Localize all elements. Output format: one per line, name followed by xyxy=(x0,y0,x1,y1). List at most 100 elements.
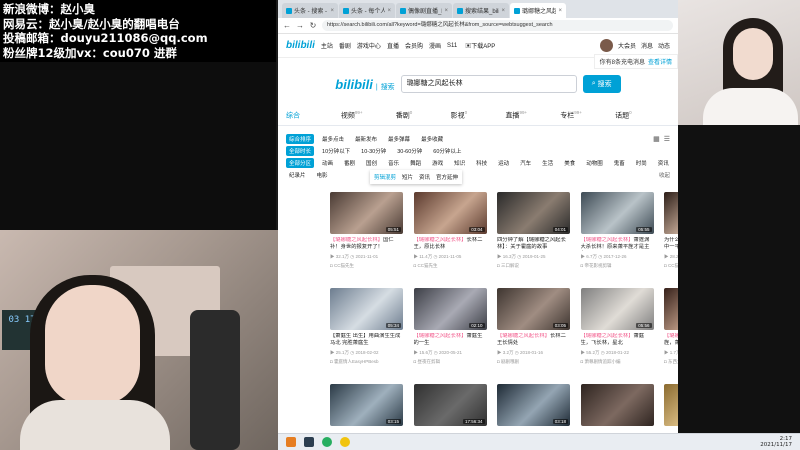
close-icon[interactable]: × xyxy=(387,8,391,14)
browser-tab[interactable]: 搜索结果_bilibili× xyxy=(453,3,509,18)
video-card[interactable]: 04:44 【璐娜糖之风起长林】萧平旌，萧元时等人故事 ▶ 1.7万 ◷ 2018-… xyxy=(664,288,678,372)
uploader[interactable]: ◘ CC猫先生 xyxy=(414,263,487,269)
video-title[interactable]: 为什么【璐娜糖之风起长林】中一平都是为萧牌 xyxy=(664,237,678,251)
close-icon[interactable]: × xyxy=(330,8,334,14)
zone-filter-chip[interactable]: 汽车 xyxy=(517,158,534,168)
sort-filter-chip[interactable]: 最多收藏 xyxy=(418,134,446,144)
zone-filter-chip[interactable]: 全部分区 xyxy=(286,158,315,168)
vip-link[interactable]: 大会员 xyxy=(618,41,636,50)
dynamic-link[interactable]: 动态 xyxy=(658,41,670,50)
duration-filter-chip[interactable]: 30-60分钟 xyxy=(394,146,425,156)
zone-filter-chip[interactable]: 舞蹈 xyxy=(407,158,424,168)
zone-filter-chip[interactable]: 运动 xyxy=(495,158,512,168)
uploader[interactable]: ◘ 三口解说 xyxy=(497,263,570,269)
video-card[interactable]: 05:55 【璐娜糖之风起长林】萧霆渊大杀长林！原来萧平旌才是主角 ▶ 6.7万 ◷… xyxy=(580,192,654,276)
uploader[interactable]: ◘ 萧尊剧情追踪小编 xyxy=(581,359,654,365)
video-card[interactable]: 01:27 为什么【璐娜糖之风起长林】中一平都是为萧牌 ▶ 28.2万 ◷ 2018… xyxy=(664,192,678,276)
video-thumbnail[interactable]: 03:05 xyxy=(497,288,570,330)
video-card[interactable]: 01:42 xyxy=(664,384,678,433)
category-tab[interactable]: 专栏99+ xyxy=(560,110,615,120)
subzone-option[interactable]: 短片 xyxy=(402,173,413,181)
avatar[interactable] xyxy=(599,39,613,52)
uploader[interactable]: ◘ 昼夜在剪辑 xyxy=(414,359,487,365)
video-thumbnail[interactable]: 03:15 xyxy=(330,384,403,426)
nav-item-live[interactable]: 直播 xyxy=(387,41,399,50)
close-icon[interactable]: × xyxy=(558,8,562,14)
category-tab[interactable]: 影视0 xyxy=(451,110,506,120)
nav-item-s11[interactable]: S11 xyxy=(447,43,457,49)
taskbar-app-icon[interactable] xyxy=(304,437,314,447)
sort-filter-chip[interactable]: 最多点击 xyxy=(319,134,347,144)
nav-item-manga[interactable]: 漫画 xyxy=(429,41,441,50)
grid-view-icon[interactable]: ▦ xyxy=(653,135,660,143)
duration-filter-chip[interactable]: 60分钟以上 xyxy=(430,146,464,156)
subzone-option[interactable]: 资讯 xyxy=(419,173,430,181)
zone-filter-chip[interactable]: 资讯 xyxy=(655,158,672,168)
video-thumbnail[interactable]: 05:34 xyxy=(330,288,403,330)
zone-filter-chip[interactable]: 生活 xyxy=(539,158,556,168)
video-thumbnail[interactable]: 03:18 xyxy=(497,384,570,426)
video-card[interactable] xyxy=(580,384,654,433)
duration-filter-chip[interactable]: 全部时长 xyxy=(286,146,315,156)
url-input[interactable]: https://search.bilibili.com/all?keyword=… xyxy=(322,20,673,31)
category-tab[interactable]: 话题0 xyxy=(615,110,670,120)
video-card[interactable]: 05:51 【璐娜糖之风起长林】国仁补！身世的报复开了！ ▶ 32.1万 ◷ 202… xyxy=(330,192,403,276)
browser-tab[interactable]: 偶像剧直播_bilibili× xyxy=(396,3,452,18)
browser-tab[interactable]: 头条 - 每个人的直播平台× xyxy=(339,3,395,18)
video-thumbnail[interactable] xyxy=(580,384,654,426)
video-thumbnail[interactable]: 01:27 xyxy=(664,192,678,234)
video-thumbnail[interactable]: 04:01 xyxy=(497,192,570,234)
fold-toggle[interactable]: 收起 xyxy=(659,171,670,179)
zone-filter-chip[interactable]: 游戏 xyxy=(429,158,446,168)
sort-filter-chip[interactable]: 最多弹幕 xyxy=(385,134,413,144)
video-title[interactable]: 【璐娜糖之风起长林】萧庭生，飞长林，星北 xyxy=(581,333,654,347)
browser-tab[interactable]: 璐娜糖之风起长林× xyxy=(510,3,566,18)
duration-filter-chip[interactable]: 10-30分钟 xyxy=(358,146,389,156)
taskbar-app-icon[interactable] xyxy=(322,437,332,447)
zone-filter-chip[interactable]: 鬼畜 xyxy=(611,158,628,168)
zone-filter-chip[interactable]: 番剧 xyxy=(341,158,358,168)
list-view-icon[interactable]: ☰ xyxy=(664,135,670,143)
zone-filter-chip[interactable]: 美食 xyxy=(561,158,578,168)
zone-filter-chip[interactable]: 纪录片 xyxy=(286,170,309,180)
video-thumbnail[interactable]: 17:56:34 xyxy=(413,384,487,426)
nav-item-game[interactable]: 游戏中心 xyxy=(357,41,381,50)
category-tab[interactable]: 视频99+ xyxy=(341,110,396,120)
video-card[interactable]: 05:56 【璐娜糖之风起长林】萧庭生，飞长林，星北 ▶ 55.2万 ◷ 2018-… xyxy=(580,288,654,372)
video-card[interactable]: 03:18 xyxy=(497,384,570,433)
video-card[interactable]: 02:10 【璐娜糖之风起长林】萧庭生的一生 ▶ 15.6万 ◷ 2020-05-2… xyxy=(413,288,487,372)
video-card[interactable]: 04:01 四分钟了解【璐娜糖之风起长林】：关于霍庭的故事 ▶ 16.3万 ◷ 20… xyxy=(497,192,570,276)
nav-item-main[interactable]: 主站 xyxy=(321,41,333,50)
uploader[interactable]: ◘ CC猫先生 xyxy=(330,263,403,269)
refresh-icon[interactable]: ↻ xyxy=(309,21,317,30)
zone-filter-chip[interactable]: 科技 xyxy=(473,158,490,168)
video-title[interactable]: 【璐娜糖之风起长林】萧庭生的一生 xyxy=(414,333,487,347)
video-title[interactable]: 【璐娜糖之风起长林】国仁补！身世的报复开了！ xyxy=(330,237,403,251)
zone-filter-chip[interactable]: 时尚 xyxy=(633,158,650,168)
zone-filter-chip[interactable]: 娱乐 xyxy=(677,158,678,168)
sort-filter-chip[interactable]: 综合排序 xyxy=(286,134,315,144)
video-card[interactable]: 03:15 xyxy=(330,384,403,433)
nav-item-bangumi[interactable]: 番剧 xyxy=(339,41,351,50)
video-title[interactable]: 【璐娜糖之风起长林】萧平旌，萧元时等人故事 xyxy=(664,333,678,347)
category-tab[interactable]: 综合 xyxy=(286,110,341,120)
sort-filter-chip[interactable]: 最新发布 xyxy=(352,134,380,144)
zone-filter-chip[interactable]: 动物圈 xyxy=(583,158,606,168)
nav-item-shop[interactable]: 会员购 xyxy=(405,41,423,50)
close-icon[interactable]: × xyxy=(501,8,505,14)
tip-link[interactable]: 查看详情 xyxy=(648,60,672,66)
zone-filter-chip[interactable]: 国创 xyxy=(363,158,380,168)
back-icon[interactable]: ← xyxy=(283,21,291,30)
subzone-option[interactable]: 官方延伸 xyxy=(436,173,458,181)
video-thumbnail[interactable]: 05:55 xyxy=(580,192,654,234)
search-button[interactable]: ⌕ 搜索 xyxy=(582,75,621,93)
category-tab[interactable]: 直播99+ xyxy=(505,110,560,120)
video-thumbnail[interactable]: 05:51 xyxy=(330,192,403,234)
video-card[interactable]: 17:56:34 xyxy=(413,384,487,433)
video-title[interactable]: 【璐娜糖之风起长林】萧霆渊大杀长林！原来萧平旌才是主角 xyxy=(581,237,654,251)
video-thumbnail[interactable]: 04:44 xyxy=(664,288,678,330)
taskbar-app-icon[interactable] xyxy=(340,437,350,447)
duration-filter-chip[interactable]: 10分钟以下 xyxy=(319,146,353,156)
bilibili-logo[interactable]: bilibili xyxy=(286,40,315,51)
video-title[interactable]: 【璐娜糖之风起长林】长林二王，原比长林 xyxy=(414,237,487,251)
